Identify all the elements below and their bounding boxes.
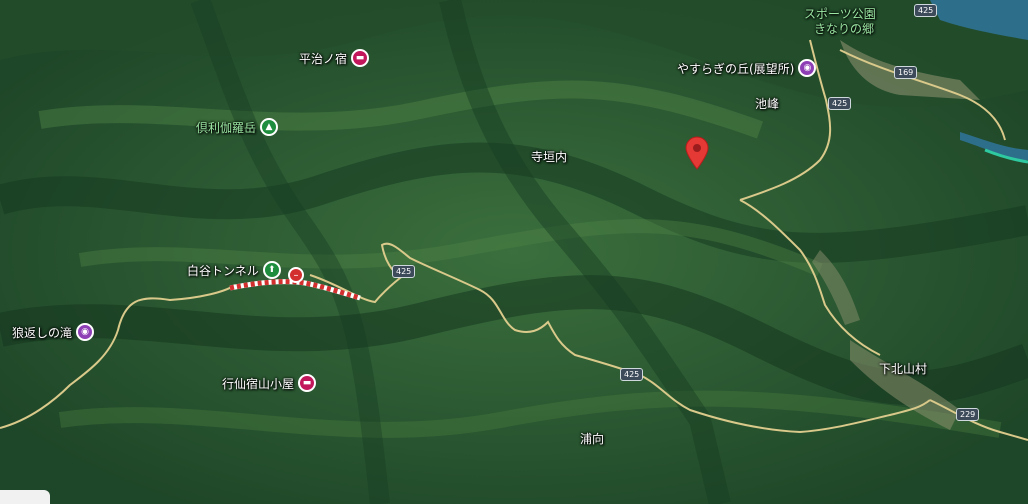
map-pin-icon[interactable] [684, 136, 710, 170]
terrain-layer [0, 0, 1028, 504]
poi-oikaeshi-falls[interactable]: 狼返しの滝 ◉ [12, 323, 95, 341]
tunnel-icon: ⬆ [262, 261, 281, 279]
camera-icon: ◉ [76, 323, 95, 341]
mountain-icon: ▲ [260, 118, 279, 136]
place-uramukai: 浦向 [580, 432, 605, 446]
route-shield: 425 [914, 4, 938, 17]
bed-icon: ▬ [298, 374, 317, 392]
route-shield: 425 [828, 97, 852, 110]
poi-label: 平治ノ宿 [299, 51, 348, 66]
route-shield: 169 [894, 66, 918, 79]
poi-hiradi-yado[interactable]: 平治ノ宿 ▬ [299, 49, 370, 67]
place-kinari-no-sato: きなりの郷 [814, 22, 875, 36]
route-shield: 425 [392, 265, 416, 278]
poi-gyosensyuku-hut[interactable]: 行仙宿山小屋 ▬ [222, 374, 317, 392]
route-shield: 229 [956, 408, 980, 421]
poi-shiratani-tunnel[interactable]: 白谷トンネル ⬆ [187, 261, 281, 279]
poi-label: 倶利伽羅岳 [196, 120, 257, 135]
poi-label: 狼返しの滝 [12, 325, 73, 340]
map-control-corner[interactable] [0, 490, 50, 504]
no-entry-icon[interactable]: – [288, 267, 304, 283]
poi-kurikara-dake[interactable]: 倶利伽羅岳 ▲ [196, 118, 279, 136]
poi-yasuragi-hill[interactable]: やすらぎの丘(展望所) ◉ [677, 59, 817, 77]
route-shield: 425 [620, 368, 644, 381]
poi-label: 白谷トンネル [187, 263, 259, 278]
bed-icon: ▬ [351, 49, 370, 67]
place-ikemine: 池峰 [755, 97, 780, 111]
satellite-map[interactable]: 平治ノ宿 ▬ 倶利伽羅岳 ▲ 白谷トンネル ⬆ – 狼返しの滝 ◉ 行仙宿山小屋… [0, 0, 1028, 504]
poi-label: 行仙宿山小屋 [222, 376, 295, 391]
place-shimokitayama: 下北山村 [879, 362, 928, 376]
camera-icon: ◉ [798, 59, 817, 77]
place-terakakiuchi: 寺垣内 [531, 150, 568, 164]
poi-label: やすらぎの丘(展望所) [677, 61, 795, 76]
